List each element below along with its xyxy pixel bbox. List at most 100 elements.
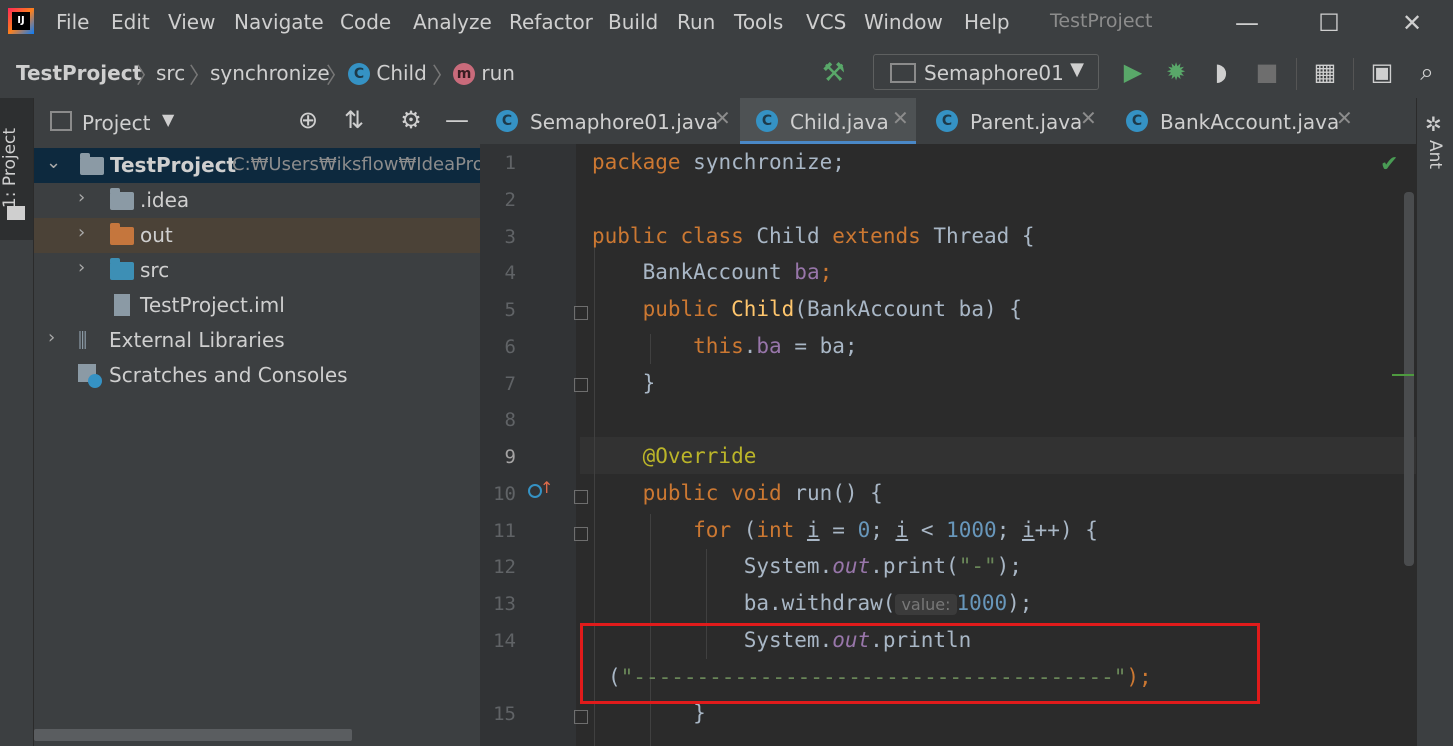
code-line-3: public class Child extends Thread { bbox=[592, 224, 1035, 248]
tree-item-testproject[interactable]: ⌄ TestProject C:₩Users₩iksflow₩IdeaPro bbox=[34, 148, 484, 183]
excluded-folder-icon bbox=[110, 223, 134, 245]
line-number: 4 bbox=[504, 262, 516, 284]
coverage-icon[interactable]: ◗ bbox=[1206, 58, 1236, 86]
close-tab-icon[interactable]: ✕ bbox=[1080, 106, 1097, 130]
project-panel-header: Project ▼ ⊕ ⇅ ⚙ — bbox=[34, 98, 480, 146]
menu-run[interactable]: Run bbox=[677, 10, 715, 34]
tree-item-external-libraries[interactable]: › ⫼ External Libraries bbox=[34, 323, 480, 358]
stop-icon[interactable]: ■ bbox=[1252, 58, 1282, 86]
project-panel: Project ▼ ⊕ ⇅ ⚙ — ⌄ TestProject C:₩Users… bbox=[34, 98, 484, 746]
tree-item-src[interactable]: › src bbox=[34, 253, 480, 288]
code-line-11: for (int i = 0; i < 1000; i++) { bbox=[693, 518, 1098, 542]
menu-window[interactable]: Window bbox=[864, 10, 943, 34]
chevron-down-icon[interactable]: ⌄ bbox=[46, 152, 61, 173]
hide-panel-icon[interactable]: — bbox=[442, 106, 472, 134]
method-icon: m bbox=[453, 63, 475, 85]
search-icon[interactable]: ⌕ bbox=[1412, 58, 1442, 86]
minimize-button[interactable]: — bbox=[1232, 8, 1262, 38]
menu-view[interactable]: View bbox=[168, 10, 215, 34]
close-button[interactable]: ✕ bbox=[1397, 8, 1427, 38]
tree-item-scratches[interactable]: Scratches and Consoles bbox=[34, 358, 480, 393]
menu-build[interactable]: Build bbox=[608, 10, 658, 34]
menu-edit[interactable]: Edit bbox=[111, 10, 150, 34]
tree-item-label: src bbox=[140, 258, 170, 282]
parameter-hint: value: bbox=[895, 594, 957, 615]
line-number: 10 bbox=[493, 483, 516, 505]
line-number: 14 bbox=[493, 630, 516, 652]
code-line-1: package synchronize; bbox=[592, 150, 845, 174]
tree-item-iml[interactable]: TestProject.iml bbox=[34, 288, 480, 323]
fold-marker-icon[interactable] bbox=[574, 490, 588, 504]
breadcrumb-src[interactable]: src bbox=[156, 61, 185, 85]
class-icon: C bbox=[756, 110, 778, 132]
ant-icon[interactable]: ✲ bbox=[1425, 112, 1442, 136]
breadcrumb-class[interactable]: C Child bbox=[348, 61, 427, 85]
chevron-right-icon[interactable]: › bbox=[48, 327, 55, 348]
editor-vertical-scrollbar[interactable] bbox=[1404, 192, 1414, 566]
toolbar-divider bbox=[1353, 58, 1354, 90]
tab-label: Semaphore01.java bbox=[530, 110, 719, 134]
close-tab-icon[interactable]: ✕ bbox=[1336, 106, 1353, 130]
tab-parent[interactable]: C Parent.java ✕ bbox=[920, 98, 1102, 144]
breadcrumb-package[interactable]: synchronize bbox=[210, 61, 330, 85]
debug-icon[interactable]: ✹ bbox=[1161, 58, 1191, 86]
maximize-button[interactable]: ☐ bbox=[1314, 8, 1344, 38]
chevron-right-icon[interactable]: › bbox=[78, 222, 85, 243]
class-icon: C bbox=[936, 110, 958, 132]
fold-marker-icon[interactable] bbox=[574, 306, 588, 320]
run-icon[interactable]: ▶ bbox=[1118, 58, 1148, 86]
right-tool-strip: ✲ Ant bbox=[1416, 98, 1453, 746]
tree-item-label: .idea bbox=[140, 188, 190, 212]
line-number: 6 bbox=[504, 336, 516, 358]
line-number: 1 bbox=[504, 152, 516, 174]
editor-gutter: 1 2 3 4 5 6 7 8 9 10 11 12 13 14 15 ↑ bbox=[480, 144, 576, 746]
chevron-right-icon[interactable]: › bbox=[78, 257, 85, 278]
code-line-7: } bbox=[642, 371, 656, 395]
class-icon: C bbox=[1126, 110, 1148, 132]
gear-icon[interactable]: ⚙ bbox=[396, 106, 426, 134]
breadcrumb-separator-icon: 〉 bbox=[189, 64, 212, 89]
line-number: 8 bbox=[504, 409, 516, 431]
breadcrumb-method[interactable]: m run bbox=[453, 61, 515, 85]
fold-marker-icon[interactable] bbox=[574, 527, 588, 541]
iml-file-icon bbox=[114, 294, 130, 316]
line-number: 2 bbox=[504, 189, 516, 211]
tab-semaphore01[interactable]: C Semaphore01.java ✕ bbox=[480, 98, 736, 144]
breadcrumb-project[interactable]: TestProject bbox=[16, 61, 142, 85]
run-configuration-select[interactable]: Semaphore01 ▼ bbox=[873, 54, 1099, 90]
menu-navigate[interactable]: Navigate bbox=[234, 10, 324, 34]
menu-vcs[interactable]: VCS bbox=[806, 10, 846, 34]
collapse-all-icon[interactable]: ⇅ bbox=[339, 106, 369, 134]
project-structure-icon[interactable]: ▦ bbox=[1310, 58, 1340, 86]
menu-refactor[interactable]: Refactor bbox=[509, 10, 593, 34]
build-hammer-icon[interactable]: ⚒ bbox=[822, 58, 845, 88]
tab-bankaccount[interactable]: C BankAccount.java ✕ bbox=[1110, 98, 1353, 144]
dropdown-arrow-icon[interactable]: ▼ bbox=[162, 110, 174, 129]
line-number: 12 bbox=[493, 556, 516, 578]
menu-analyze[interactable]: Analyze bbox=[413, 10, 492, 34]
menu-code[interactable]: Code bbox=[340, 10, 391, 34]
close-tab-icon[interactable]: ✕ bbox=[714, 106, 731, 130]
locate-icon[interactable]: ⊕ bbox=[293, 106, 323, 134]
terminal-icon[interactable]: ▣ bbox=[1367, 58, 1397, 86]
close-tab-icon[interactable]: ✕ bbox=[892, 106, 909, 130]
menu-help[interactable]: Help bbox=[964, 10, 1010, 34]
project-view-select[interactable]: Project bbox=[82, 111, 150, 135]
menu-file[interactable]: File bbox=[56, 10, 89, 34]
project-horizontal-scrollbar[interactable] bbox=[34, 729, 352, 741]
chevron-right-icon[interactable]: › bbox=[78, 187, 85, 208]
tab-child[interactable]: C Child.java ✕ bbox=[740, 98, 916, 144]
tree-item-idea[interactable]: › .idea bbox=[34, 183, 480, 218]
tree-item-out[interactable]: › out bbox=[34, 218, 480, 253]
folder-icon bbox=[110, 188, 134, 210]
menu-tools[interactable]: Tools bbox=[734, 10, 783, 34]
project-tool-tab[interactable]: 1: Project bbox=[0, 98, 33, 240]
fold-marker-icon[interactable] bbox=[574, 378, 588, 392]
fold-marker-icon[interactable] bbox=[574, 710, 588, 724]
tree-item-label: TestProject.iml bbox=[140, 293, 285, 317]
line-number-current: 9 bbox=[504, 446, 516, 468]
project-view-icon bbox=[50, 111, 72, 131]
ant-tool-tab[interactable]: Ant bbox=[1425, 140, 1445, 169]
no-problems-check-icon[interactable]: ✔ bbox=[1380, 152, 1398, 177]
run-config-icon bbox=[890, 63, 916, 83]
